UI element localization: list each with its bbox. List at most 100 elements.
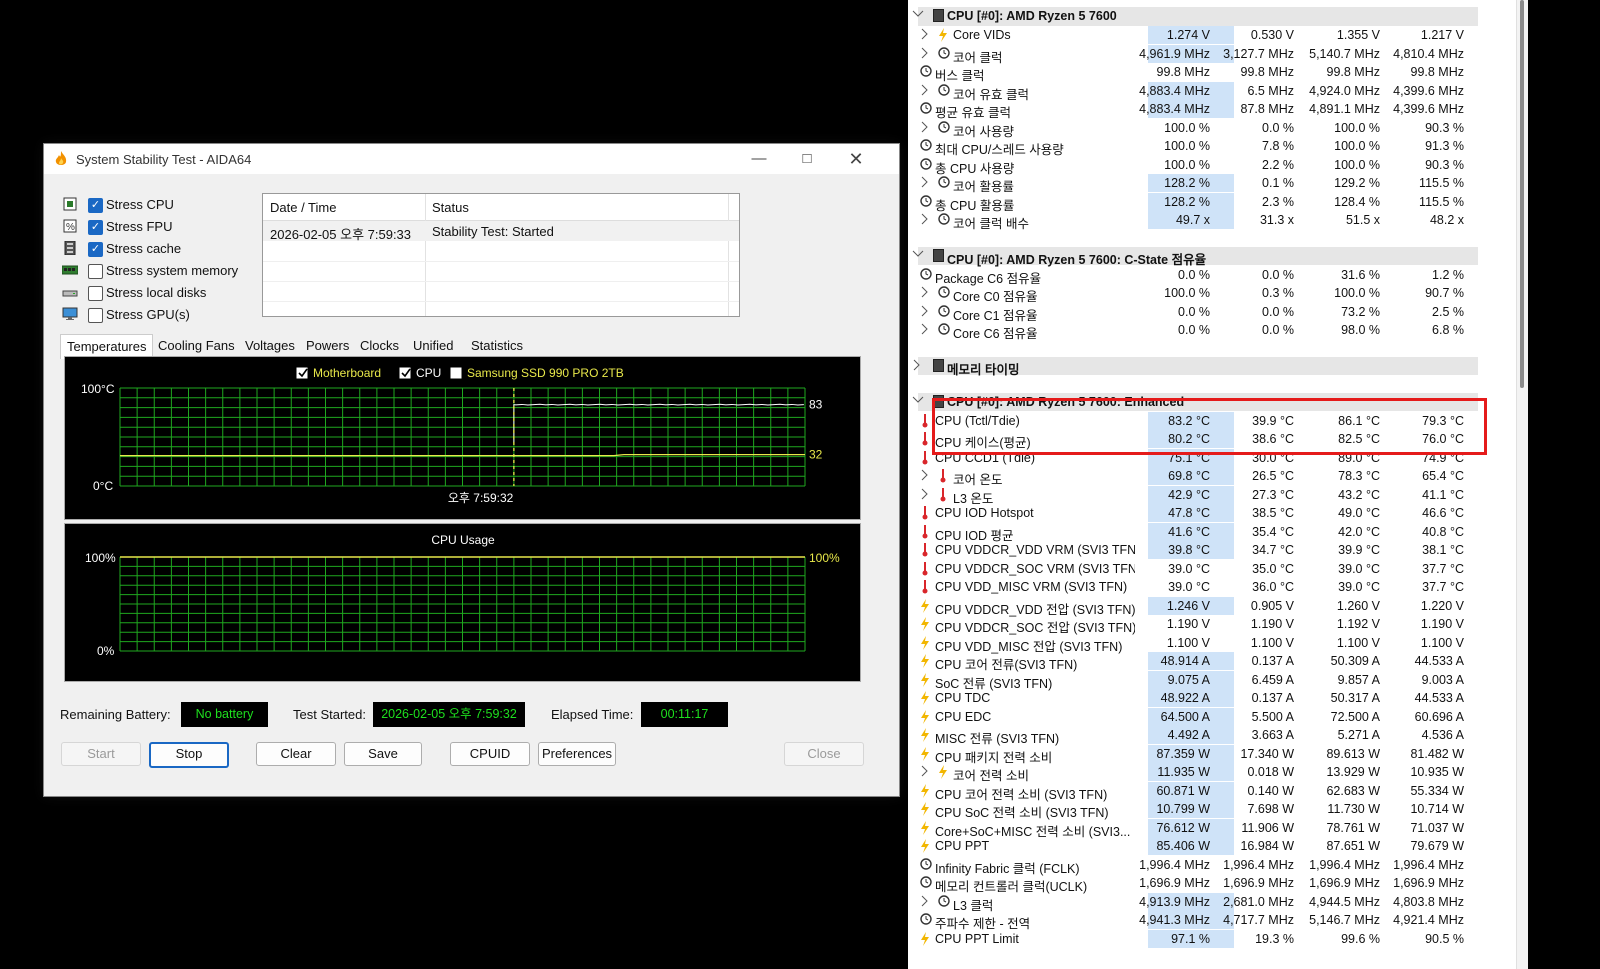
sensor-row[interactable]: 주파수 제한 - 전역 4,941.3 MHz 4,717.7 MHz 5,146.7… (908, 911, 1510, 931)
save-button[interactable]: Save (344, 742, 422, 766)
sensor-row[interactable]: 최대 CPU/스레드 사용량 100.0 % 7.8 % 100.0 % 91.3 % (908, 137, 1510, 157)
collapse-chevron-icon[interactable] (912, 9, 924, 21)
stress-checkbox[interactable] (88, 308, 103, 323)
sensor-row[interactable]: Infinity Fabric 클럭 (FCLK) 1,996.4 MHz 1,99… (908, 856, 1510, 876)
legend-checkbox[interactable] (450, 367, 462, 379)
col-status[interactable]: Status (432, 200, 469, 215)
expand-chevron-icon[interactable] (920, 28, 930, 40)
sensor-name: 코어 클럭 배수 (953, 217, 1029, 231)
sensor-row[interactable]: Core VIDs 1.274 V 0.530 V 1.355 V 1.217 V (908, 26, 1510, 45)
sensor-row[interactable]: CPU PPT Limit 97.1 % 19.3 % 99.6 % 90.5 % (908, 929, 1510, 949)
sensor-min-value: 0.0 % (1262, 120, 1294, 135)
sensor-row[interactable]: Core C6 점유율 0.0 % 0.0 % 98.0 % 6.8 % (908, 321, 1510, 341)
expand-chevron-icon[interactable] (920, 84, 930, 96)
collapse-chevron-icon[interactable] (912, 395, 924, 407)
stress-checkbox[interactable] (88, 286, 103, 301)
sensor-max-value: 1.260 V (1336, 598, 1380, 613)
sensor-avg-value: 4.536 A (1421, 728, 1464, 742)
stop-button[interactable]: Stop (149, 742, 229, 768)
sensor-row[interactable]: Core+SoC+MISC 전력 소비 (SVI3... 76.612 W 11.9… (908, 818, 1510, 839)
sensor-row[interactable]: 코어 활용률 128.2 % 0.1 % 129.2 % 115.5 % (908, 174, 1510, 194)
sensor-row[interactable]: 총 CPU 사용량 100.0 % 2.2 % 100.0 % 90.3 % (908, 156, 1510, 176)
sensor-row[interactable]: CPU TDC 48.922 A 0.137 A 50.317 A 44.533 A (908, 689, 1510, 708)
tab-clocks[interactable]: Clocks (354, 334, 405, 358)
sensor-row[interactable]: 총 CPU 활용률 128.2 % 2.3 % 128.4 % 115.5 % (908, 192, 1510, 213)
preferences-button[interactable]: Preferences (538, 742, 616, 766)
sensor-group-header[interactable]: CPU [#0]: AMD Ryzen 5 7600 (912, 7, 1478, 26)
sensor-row[interactable]: CPU SoC 전력 소비 (SVI3 TFN) 10.799 W 7.698 W1… (908, 800, 1510, 820)
sensor-row[interactable]: CPU VDD_MISC VRM (SVI3 TFN) 39.0 °C 36.0 °… (908, 578, 1510, 597)
sensor-row[interactable]: CPU IOD 평균 41.6 °C 35.4 °C 42.0 °C 40.8 °C (908, 522, 1510, 543)
legend-item[interactable]: Motherboard (296, 366, 381, 380)
expand-chevron-icon[interactable] (912, 359, 922, 371)
sensor-row[interactable]: 코어 사용량 100.0 % 0.0 % 100.0 % 90.3 % (908, 119, 1510, 139)
expand-chevron-icon[interactable] (920, 765, 930, 777)
sensor-row[interactable]: CPU PPT 85.406 W 16.984 W 87.651 W 79.679 W (908, 837, 1510, 856)
expand-chevron-icon[interactable] (920, 213, 930, 225)
aida64-flame-icon (55, 151, 67, 165)
scrollbar-thumb[interactable] (1520, 0, 1524, 388)
sensor-row[interactable]: CPU VDDCR_SOC VRM (SVI3 TFN) 39.0 °C 35.0 … (908, 560, 1510, 579)
log-row[interactable]: 2026-02-05 오후 7:59:33 Stability Test: St… (263, 221, 739, 242)
sensor-row[interactable]: Core C0 점유율 100.0 % 0.3 % 100.0 % 90.7 % (908, 284, 1510, 304)
expand-chevron-icon[interactable] (920, 176, 930, 188)
sensor-row[interactable]: CPU 패키지 전력 소비 87.359 W 17.340 W 89.613 W 81.… (908, 744, 1510, 765)
sensor-group-header[interactable]: 메모리 타이밍 (913, 356, 1478, 377)
expand-chevron-icon[interactable] (920, 323, 930, 335)
sensor-row[interactable]: SoC 전류 (SVI3 TFN) 9.075 A 6.459 A 9.857 A 9.… (908, 670, 1510, 691)
stress-checkbox[interactable]: ✓ (88, 198, 103, 213)
legend-item[interactable]: Samsung SSD 990 PRO 2TB (450, 366, 624, 380)
sensor-group-header[interactable]: CPU [#0]: AMD Ryzen 5 7600: C-State 점유율 (912, 246, 1478, 267)
expand-chevron-icon[interactable] (920, 286, 930, 298)
tab-unified[interactable]: Unified (407, 334, 459, 358)
close-window-button[interactable]: ✕ (836, 148, 876, 170)
sensor-avg-value: 10.935 W (1410, 765, 1464, 779)
expand-chevron-icon[interactable] (920, 488, 930, 500)
sensor-row[interactable]: 평균 유효 클럭 4,883.4 MHz 87.8 MHz 4,891.1 MHz 4,… (908, 100, 1510, 120)
sensor-row[interactable]: CPU VDDCR_SOC 전압 (SVI3 TFN) 1.190 V 1.190 … (908, 615, 1510, 635)
sensor-row[interactable]: 코어 전력 소비 11.935 W 0.018 W 13.929 W 10.935 W (908, 763, 1510, 783)
tab-powers[interactable]: Powers (300, 334, 355, 358)
start-button[interactable]: Start (61, 742, 141, 766)
clear-button[interactable]: Clear (256, 742, 336, 766)
sensor-row[interactable]: 코어 클럭 4,961.9 MHz 3,127.7 MHz 5,140.7 MHz 4,… (908, 44, 1510, 65)
collapse-chevron-icon[interactable] (912, 249, 924, 261)
sensor-row[interactable]: CPU EDC 64.500 A 5.500 A 72.500 A 60.696 A (908, 707, 1510, 727)
sensor-row[interactable]: CPU VDD_MISC 전압 (SVI3 TFN) 1.100 V 1.100 V… (908, 634, 1510, 654)
sensor-avg-value: 115.5 % (1419, 194, 1464, 209)
sensor-row[interactable]: CPU 코어 전력 소비 (SVI3 TFN) 60.871 W 0.140 W 62… (908, 781, 1510, 802)
sensor-row[interactable]: MISC 전류 (SVI3 TFN) 4.492 A 3.663 A 5.271 A4… (908, 726, 1510, 746)
legend-label: Samsung SSD 990 PRO 2TB (467, 366, 624, 380)
sensor-row[interactable]: 코어 유효 클럭 4,883.4 MHz 6.5 MHz 4,924.0 MHz 4,3… (908, 81, 1510, 102)
sensor-row[interactable]: 코어 클럭 배수 49.7 x 31.3 x 51.5 x 48.2 x (908, 211, 1510, 231)
stress-checkbox[interactable] (88, 264, 103, 279)
expand-chevron-icon[interactable] (920, 47, 930, 59)
sensor-row[interactable]: 메모리 컨트롤러 클럭(UCLK) 1,696.9 MHz 1,696.9 MHz 1… (908, 874, 1510, 894)
sensor-row[interactable]: Package C6 점유율 0.0 % 0.0 % 31.6 % 1.2 % (908, 266, 1510, 286)
expand-chevron-icon[interactable] (920, 469, 930, 481)
sensor-row[interactable]: L3 온도 42.9 °C 27.3 °C 43.2 °C 41.1 °C (908, 485, 1510, 506)
sensor-row[interactable]: CPU 코어 전류(SVI3 TFN) 48.914 A 0.137 A 50.309… (908, 652, 1510, 672)
sensor-row[interactable]: 코어 온도 69.8 °C 26.5 °C 78.3 °C 65.4 °C (908, 467, 1510, 487)
sensor-row[interactable]: Core C1 점유율 0.0 % 0.0 % 73.2 % 2.5 % (908, 303, 1510, 323)
sensor-row[interactable]: L3 클럭 4,913.9 MHz 2,681.0 MHz 4,944.5 MHz 4,… (908, 892, 1510, 913)
expand-chevron-icon[interactable] (920, 305, 930, 317)
legend-item[interactable]: CPU (399, 366, 441, 380)
col-datetime[interactable]: Date / Time (270, 200, 336, 215)
close-button[interactable]: Close (784, 742, 864, 766)
tab-cooling-fans[interactable]: Cooling Fans (152, 334, 241, 358)
maximize-button[interactable]: □ (787, 148, 827, 170)
expand-chevron-icon[interactable] (920, 121, 930, 133)
expand-chevron-icon[interactable] (920, 895, 930, 907)
sensor-row[interactable]: 버스 클럭 99.8 MHz 99.8 MHz 99.8 MHz 99.8 MHz (908, 63, 1510, 83)
minimize-button[interactable]: — (739, 148, 779, 170)
sensor-row[interactable]: CPU VDDCR_VDD VRM (SVI3 TFN) 39.8 °C 34.7 … (908, 541, 1510, 560)
tab-statistics[interactable]: Statistics (465, 334, 529, 358)
sensor-avg-value: 1,996.4 MHz (1393, 857, 1464, 872)
stress-checkbox[interactable]: ✓ (88, 220, 103, 235)
stress-checkbox[interactable]: ✓ (88, 242, 103, 257)
cpuid-button[interactable]: CPUID (450, 742, 530, 766)
tab-voltages[interactable]: Voltages (239, 334, 301, 358)
sensor-row[interactable]: CPU IOD Hotspot 47.8 °C 38.5 °C 49.0 °C 46.6… (908, 504, 1510, 523)
sensor-row[interactable]: CPU VDDCR_VDD 전압 (SVI3 TFN) 1.246 V 0.905 … (908, 596, 1510, 617)
